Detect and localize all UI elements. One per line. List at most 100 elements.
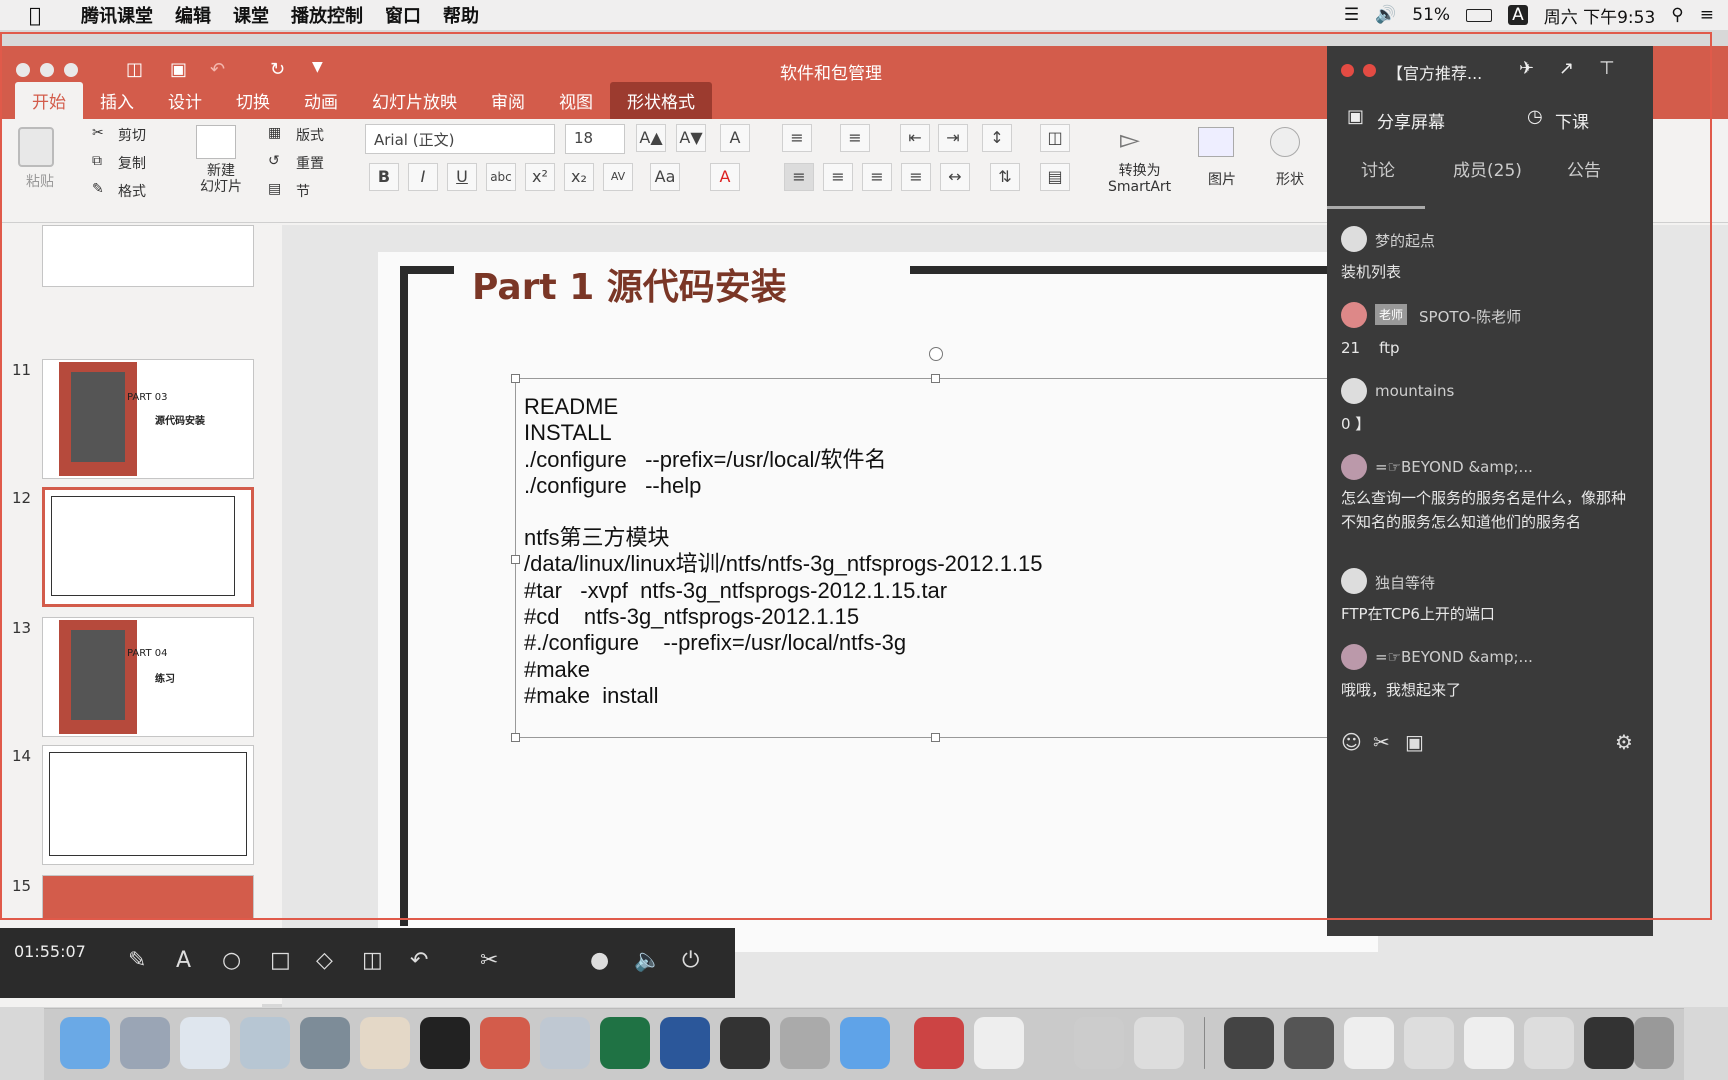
- tab-design[interactable]: 设计: [151, 88, 219, 119]
- minimize-panel-icon[interactable]: [1363, 64, 1376, 77]
- undo-drawing-icon[interactable]: ↶: [410, 948, 428, 973]
- menu-item-window[interactable]: 窗口: [374, 2, 432, 28]
- tencent-classroom-icon[interactable]: [974, 1017, 1024, 1069]
- zoom-window-icon[interactable]: [64, 63, 78, 77]
- line-spacing-icon[interactable]: ↕: [982, 124, 1012, 152]
- undo-icon[interactable]: ↶: [210, 59, 225, 80]
- scissors-tool-icon[interactable]: ✂: [480, 948, 498, 973]
- paste-icon[interactable]: [18, 127, 54, 167]
- word-icon[interactable]: [660, 1017, 710, 1069]
- resize-handle[interactable]: [931, 733, 940, 742]
- settings-gear-icon[interactable]: ⚙: [1615, 730, 1633, 754]
- textedit-icon[interactable]: [360, 1017, 410, 1069]
- wifi-icon[interactable]: ☰: [1344, 5, 1359, 25]
- input-source[interactable]: A: [1508, 5, 1528, 25]
- font-size-select[interactable]: 18: [565, 124, 625, 154]
- underline-icon[interactable]: U: [447, 163, 477, 191]
- tab-members[interactable]: 成员(25): [1453, 156, 1522, 181]
- section-icon[interactable]: ▤: [268, 181, 281, 197]
- sidebar-toggle-icon[interactable]: ◫: [126, 59, 143, 80]
- tab-discussion[interactable]: 讨论: [1361, 156, 1395, 181]
- format-painter-button[interactable]: 格式: [118, 181, 146, 201]
- scissors-icon[interactable]: ✂: [92, 125, 104, 141]
- avatar[interactable]: [1341, 644, 1367, 670]
- resize-handle[interactable]: [931, 374, 940, 383]
- virtualbox-icon[interactable]: [780, 1017, 830, 1069]
- increase-font-icon[interactable]: A▲: [636, 124, 666, 152]
- bullets-icon[interactable]: ≡: [782, 124, 812, 152]
- strikethrough-icon[interactable]: abc: [486, 163, 516, 191]
- screen-tool-icon[interactable]: [914, 1017, 964, 1069]
- copy-button[interactable]: 复制: [118, 153, 146, 173]
- slide-thumbnail-15[interactable]: [42, 875, 254, 919]
- tab-shape-format[interactable]: 形状格式: [610, 82, 712, 119]
- char-spacing-icon[interactable]: AV: [603, 163, 633, 191]
- emoji-icon[interactable]: ☺: [1341, 730, 1362, 754]
- image-icon[interactable]: ▣: [1405, 730, 1424, 754]
- rectangle-tool-icon[interactable]: □: [270, 948, 291, 973]
- numbering-icon[interactable]: ≡: [840, 124, 870, 152]
- excel-icon[interactable]: [600, 1017, 650, 1069]
- circle-tool-icon[interactable]: ○: [222, 948, 241, 973]
- menu-item-playback[interactable]: 播放控制: [280, 2, 374, 28]
- layout-button[interactable]: 版式: [296, 125, 324, 145]
- layout-icon[interactable]: ▦: [268, 125, 281, 141]
- align-right-icon[interactable]: ≡: [862, 163, 892, 191]
- apple-menu-icon[interactable]: : [0, 3, 70, 27]
- eraser-icon[interactable]: ◇: [316, 948, 333, 973]
- chat-sender[interactable]: SPOTO-陈老师: [1419, 306, 1521, 327]
- slide-thumbnail-12-selected[interactable]: [42, 487, 254, 607]
- change-case-icon[interactable]: Aa: [650, 163, 680, 191]
- volume-icon[interactable]: 🔊: [1375, 5, 1396, 25]
- slide-heading[interactable]: Part 1 源代码安装: [472, 258, 787, 310]
- text-tool-icon[interactable]: A: [176, 948, 191, 973]
- chat-sender[interactable]: =☞BEYOND &amp;...: [1375, 458, 1533, 476]
- increase-indent-icon[interactable]: ⇥: [938, 124, 968, 152]
- trash-dock-icon[interactable]: [1634, 1017, 1674, 1069]
- font-family-select[interactable]: Arial (正文): [365, 124, 555, 154]
- menu-item-app[interactable]: 腾讯课堂: [70, 2, 164, 28]
- qq-icon[interactable]: [720, 1017, 770, 1069]
- tab-insert[interactable]: 插入: [83, 88, 151, 119]
- columns-icon[interactable]: ◫: [1040, 124, 1070, 152]
- menubar-clock[interactable]: 周六 下午9:53: [1544, 3, 1656, 28]
- slide-thumbnail-10[interactable]: [42, 225, 254, 287]
- trash-icon[interactable]: ◫: [362, 948, 383, 973]
- decrease-indent-icon[interactable]: ⇤: [900, 124, 930, 152]
- italic-icon[interactable]: I: [408, 163, 438, 191]
- minimized-window-icon[interactable]: [1464, 1017, 1514, 1069]
- app-store-icon[interactable]: [840, 1017, 890, 1069]
- terminal-icon[interactable]: [420, 1017, 470, 1069]
- distribute-icon[interactable]: ↔: [940, 163, 970, 191]
- wechat-icon[interactable]: [540, 1017, 590, 1069]
- slide-thumbnail-11[interactable]: PART 03 源代码安装: [42, 359, 254, 479]
- battery-percent[interactable]: 51%: [1412, 5, 1450, 25]
- font-color-icon[interactable]: A: [710, 163, 740, 191]
- copy-icon[interactable]: ⧉: [92, 153, 102, 169]
- ev-recorder-icon[interactable]: [1074, 1017, 1124, 1069]
- close-window-icon[interactable]: [16, 63, 30, 77]
- reset-button[interactable]: 重置: [296, 153, 324, 173]
- decrease-font-icon[interactable]: A▼: [676, 124, 706, 152]
- resize-handle[interactable]: [511, 374, 520, 383]
- slide-canvas[interactable]: Part 1 源代码安装 README INSTALL ./configure …: [378, 252, 1381, 952]
- rotate-handle-icon[interactable]: [929, 347, 943, 361]
- smartart-icon[interactable]: ▻: [1120, 125, 1140, 155]
- minimized-window-icon[interactable]: [1404, 1017, 1454, 1069]
- close-panel-icon[interactable]: [1341, 64, 1354, 77]
- superscript-icon[interactable]: x²: [525, 163, 555, 191]
- power-icon[interactable]: ⏻: [682, 948, 699, 973]
- picture-icon[interactable]: [1198, 127, 1234, 157]
- chat-sender[interactable]: mountains: [1375, 382, 1454, 400]
- tab-transitions[interactable]: 切换: [219, 88, 287, 119]
- bold-icon[interactable]: B: [369, 163, 399, 191]
- speaker-icon[interactable]: 🔈: [634, 948, 661, 973]
- justify-icon[interactable]: ≡: [901, 163, 931, 191]
- screenshot-icon[interactable]: ✂: [1373, 730, 1390, 754]
- minimized-window-icon[interactable]: [1344, 1017, 1394, 1069]
- plane-icon[interactable]: ✈: [1519, 58, 1534, 79]
- menu-item-edit[interactable]: 编辑: [164, 2, 222, 28]
- avatar[interactable]: [1341, 226, 1367, 252]
- new-slide-icon[interactable]: [196, 125, 236, 159]
- end-class-button[interactable]: 下课: [1555, 108, 1589, 133]
